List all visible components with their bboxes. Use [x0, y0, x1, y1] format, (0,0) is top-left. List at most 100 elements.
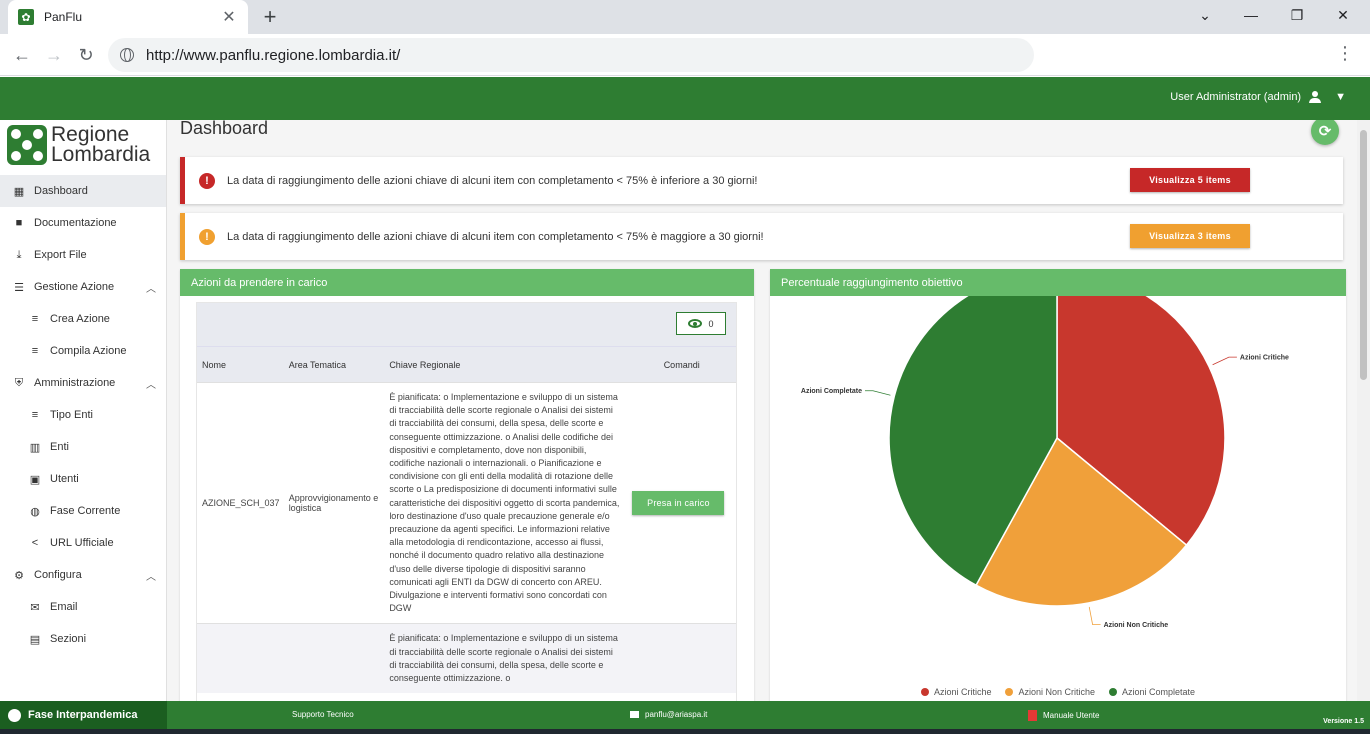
version-label: Versione 1.5	[1323, 718, 1364, 725]
search-list-icon: ≡	[31, 345, 39, 357]
legend-label: Azioni Completate	[1122, 687, 1196, 697]
taskbar-strip	[0, 729, 1370, 734]
user-menu[interactable]: User Administrator (admin) ▼	[1170, 91, 1346, 103]
regione-lombardia-logo[interactable]: Regione Lombardia	[7, 123, 151, 166]
scrollbar-thumb[interactable]	[1360, 130, 1367, 380]
sidebar-item-label: Documentazione	[34, 217, 117, 229]
share-icon: <	[31, 537, 39, 549]
browser-menu-icon[interactable]: ⋮	[1336, 43, 1354, 64]
sidebar-item-crea-azione[interactable]: ≡ Crea Azione	[0, 303, 166, 335]
sidebar-item-label: Sezioni	[50, 633, 87, 645]
sidebar: Regione Lombardia ▦ Dashboard ■ Document…	[0, 120, 167, 701]
logo-line1: Regione	[51, 123, 130, 146]
download-icon: ⤓	[16, 248, 22, 261]
footer: Fase Interpandemica Supporto Tecnico pan…	[0, 701, 1370, 729]
sidebar-item-compila-azione[interactable]: ≡ Compila Azione	[0, 335, 166, 367]
window-close-button[interactable]: ✕	[1320, 0, 1366, 30]
sidebar-item-utenti[interactable]: ▣ Utenti	[0, 463, 166, 495]
chart-legend: Azioni Critiche Azioni Non Critiche Azioni…	[770, 687, 1346, 697]
column-header-nome[interactable]: Nome	[197, 360, 285, 370]
legend-swatch	[1005, 688, 1014, 696]
globe-icon	[8, 708, 21, 722]
sidebar-item-label: Utenti	[50, 473, 79, 485]
column-header-chiave[interactable]: Chiave Regionale	[385, 360, 627, 370]
minimize-button[interactable]: —	[1228, 0, 1274, 30]
reload-icon[interactable]: ↻	[74, 43, 98, 67]
sidebar-item-label: Compila Azione	[50, 345, 127, 357]
sidebar-item-amministrazione[interactable]: ⛨ Amministrazione ︿	[0, 367, 166, 399]
error-icon: !	[199, 172, 215, 189]
refresh-button[interactable]: ⟳	[1311, 120, 1339, 145]
table-row: È pianificata: o Implementazione e svilu…	[197, 623, 736, 694]
column-header-area[interactable]: Area Tematica	[285, 360, 386, 370]
user-icon	[1309, 91, 1322, 103]
url-text: http://www.panflu.regione.lombardia.it/	[146, 46, 401, 64]
tab-search-icon[interactable]: ⌄	[1182, 0, 1228, 30]
sidebar-item-url-ufficiale[interactable]: < URL Ufficiale	[0, 527, 166, 559]
pie-label: Azioni Completate	[801, 388, 862, 395]
sidebar-item-label: Configura	[34, 569, 82, 581]
restore-button[interactable]: ❐	[1274, 0, 1320, 30]
page-scrollbar[interactable]	[1357, 120, 1370, 701]
user-name: User Administrator (admin)	[1170, 91, 1302, 103]
pie-label: Azioni Non Critiche	[1104, 622, 1169, 629]
pie-label: Azioni Critiche	[1240, 355, 1289, 362]
browser-tab-bar: ✿ PanFlu ✕ + ⌄ — ❐ ✕	[0, 0, 1370, 34]
pdf-icon	[1028, 710, 1037, 721]
support-label: Supporto Tecnico	[292, 710, 354, 719]
alert-warning: ! La data di raggiungimento delle azioni…	[180, 213, 1343, 260]
chevron-down-icon: ▼	[1335, 91, 1346, 103]
site-info-icon[interactable]	[120, 48, 134, 62]
legend-item[interactable]: Azioni Completate	[1109, 687, 1195, 697]
sidebar-item-tipo-enti[interactable]: ≡ Tipo Enti	[0, 399, 166, 431]
sidebar-item-gestione-azione[interactable]: ☰ Gestione Azione ︿	[0, 271, 166, 303]
cell-nome: AZIONE_SCH_037	[202, 498, 280, 509]
cell-chiave: È pianificata: o Implementazione e svilu…	[389, 633, 618, 684]
sidebar-item-email[interactable]: ✉ Email	[0, 591, 166, 623]
pie-leader-line	[1212, 356, 1237, 366]
take-charge-button[interactable]: Presa in carico	[632, 491, 725, 516]
tab-title: PanFlu	[44, 10, 83, 24]
building-icon: ▥	[29, 441, 41, 454]
sidebar-item-documentazione[interactable]: ■ Documentazione	[0, 207, 166, 239]
sidebar-item-fase-corrente[interactable]: ◍ Fase Corrente	[0, 495, 166, 527]
new-tab-button[interactable]: +	[258, 4, 282, 30]
sidebar-item-configura[interactable]: ⚙ Configura ︿	[0, 559, 166, 591]
url-field[interactable]: http://www.panflu.regione.lombardia.it/	[108, 38, 1034, 72]
support-link[interactable]: Supporto Tecnico	[292, 710, 354, 719]
admin-shield-icon: ⛨	[14, 376, 24, 389]
visibility-count: 0	[708, 318, 714, 329]
legend-item[interactable]: Azioni Non Critiche	[1005, 687, 1095, 697]
table-row: AZIONE_SCH_037 Approvvigionamento e logi…	[197, 382, 736, 623]
browser-tab[interactable]: ✿ PanFlu ✕	[8, 0, 248, 34]
sidebar-item-label: Export File	[34, 249, 87, 261]
view-3-items-button[interactable]: Visualizza 3 items	[1130, 224, 1250, 248]
table-toolbar: 0	[197, 303, 736, 346]
cell-area: Approvvigionamento e logistica	[288, 493, 379, 514]
forward-icon[interactable]: →	[42, 43, 66, 67]
view-5-items-button[interactable]: Visualizza 5 items	[1130, 168, 1250, 192]
close-tab-icon[interactable]: ✕	[220, 7, 238, 27]
search-list-icon: ≡	[31, 313, 39, 325]
manual-link[interactable]: Manuale Utente	[1028, 710, 1099, 721]
sidebar-item-export-file[interactable]: ⤓ Export File	[0, 239, 166, 271]
sidebar-item-sezioni[interactable]: ▤ Sezioni	[0, 623, 166, 655]
alert-critical: ! La data di raggiungimento delle azioni…	[180, 157, 1343, 204]
actions-table: 0 Nome Area Tematica Chiave Regionale Co…	[196, 302, 737, 701]
sidebar-item-label: Enti	[50, 441, 69, 453]
playlist-check-icon: ≡	[31, 409, 39, 421]
pie-chart: Azioni Critiche Azioni Non Critiche Azioni…	[801, 296, 1289, 629]
email-link[interactable]: panflu@ariaspa.it	[630, 710, 707, 719]
sidebar-item-dashboard[interactable]: ▦ Dashboard	[0, 175, 166, 207]
legend-label: Azioni Critiche	[933, 687, 992, 697]
sidebar-item-enti[interactable]: ▥ Enti	[0, 431, 166, 463]
column-visibility-button[interactable]: 0	[676, 312, 726, 335]
cell-area	[285, 624, 386, 693]
logo-line2: Lombardia	[51, 143, 151, 166]
sidebar-item-label: Email	[50, 601, 78, 613]
sidebar-item-label: Tipo Enti	[50, 409, 94, 421]
back-icon[interactable]: ←	[10, 43, 34, 67]
phase-label: Fase Interpandemica	[28, 709, 138, 721]
legend-item[interactable]: Azioni Critiche	[920, 687, 992, 697]
chart-panel: Percentuale raggiungimento obiettivo Azi…	[770, 269, 1346, 701]
